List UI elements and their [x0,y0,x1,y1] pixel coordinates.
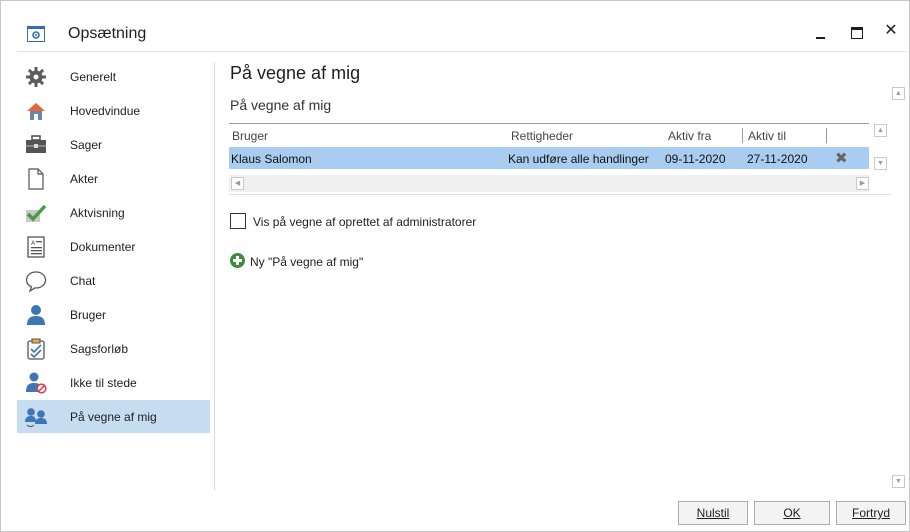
sidebar-item-sager[interactable]: Sager [17,128,210,161]
users-icon [25,406,47,428]
grid-header: Bruger Rettigheder Aktiv fra Aktiv til [229,125,869,146]
checkmark-icon [25,202,47,224]
home-icon [25,100,47,122]
column-header-bruger[interactable]: Bruger [232,129,268,143]
content-vertical-scrollbar[interactable]: ▲ ▼ [890,87,909,497]
table-row[interactable]: Klaus Salomon Kan udføre alle handlinger… [229,147,869,169]
cancel-button[interactable]: Fortryd [836,501,906,525]
sidebar-item-label: Ikke til stede [70,376,137,390]
delete-row-icon[interactable]: ✖ [835,149,848,167]
page-title: På vegne af mig [230,63,361,83]
sidebar-item-label: På vegne af mig [70,410,157,424]
sidebar-item-label: Sagsforløb [70,342,129,356]
delegation-grid: Bruger Rettigheder Aktiv fra Aktiv til K… [229,123,869,194]
cell-rettigheder: Kan udføre alle handlinger [508,152,649,166]
scroll-down-icon[interactable]: ▼ [892,475,905,488]
column-divider[interactable] [826,128,827,143]
sidebar-item-label: Bruger [70,308,107,322]
sidebar-divider [214,63,215,490]
chat-bubble-icon [25,270,47,293]
sidebar-item-paa-vegne-af-mig[interactable]: På vegne af mig [17,400,210,433]
user-away-icon [25,372,47,394]
settings-app-icon [27,26,45,42]
cell-aktiv-til: 27-11-2020 [747,152,808,166]
admin-created-checkbox[interactable] [230,213,246,229]
sidebar-item-sagsforloeb[interactable]: Sagsforløb [17,332,210,365]
add-circle-icon[interactable] [230,253,245,268]
sidebar-item-bruger[interactable]: Bruger [17,298,210,331]
title-divider [17,51,907,52]
title-bar: Opsætning ✕ [1,1,909,42]
grid-horizontal-scrollbar[interactable]: ◀ ▶ [229,175,869,192]
sidebar-item-label: Hovedvindue [70,104,141,118]
new-delegation-label[interactable]: Ny "På vegne af mig" [250,255,363,269]
sidebar-item-label: Sager [70,138,103,152]
sidebar-item-chat[interactable]: Chat [17,264,210,297]
sidebar-item-label: Generelt [70,70,117,84]
reset-button[interactable]: Nulstil [678,501,748,525]
sidebar-item-label: Akter [70,172,99,186]
admin-created-checkbox-label[interactable]: Vis på vegne af oprettet af administrato… [253,215,476,229]
column-header-aktiv-fra[interactable]: Aktiv fra [668,129,711,143]
minimize-button[interactable] [802,17,842,47]
cell-bruger: Klaus Salomon [231,152,312,166]
briefcase-icon [25,134,47,156]
ok-button[interactable]: OK [754,501,830,525]
sidebar-item-label: Chat [70,274,96,288]
sidebar-item-hovedvindue[interactable]: Hovedvindue [17,94,210,127]
user-icon [25,304,47,326]
window-title: Opsætning [68,25,147,42]
blank-document-icon [25,168,47,190]
column-header-rettigheder[interactable]: Rettigheder [511,129,573,143]
clipboard-check-icon [25,338,47,360]
gear-icon [25,66,47,88]
sidebar-item-label: Aktvisning [70,206,125,220]
scroll-down-icon[interactable]: ▼ [874,157,887,170]
column-divider[interactable] [742,128,743,143]
document-icon: A [25,236,47,258]
cell-aktiv-fra: 09-11-2020 [665,152,726,166]
scroll-up-icon[interactable]: ▲ [892,87,905,100]
column-header-aktiv-til[interactable]: Aktiv til [748,129,786,143]
grid-bottom-divider [229,194,891,195]
settings-window: Opsætning ✕ Generelt Hovedvindue Sager A… [0,0,910,532]
close-button[interactable]: ✕ [871,17,910,47]
sidebar-item-aktvisning[interactable]: Aktvisning [17,196,210,229]
grid-vertical-scrollbar[interactable]: ▲ ▼ [873,124,891,176]
scroll-left-icon[interactable]: ◀ [231,177,244,190]
section-title: På vegne af mig [230,97,332,113]
scroll-up-icon[interactable]: ▲ [874,124,887,137]
sidebar-item-label: Dokumenter [70,240,136,254]
sidebar-item-generelt[interactable]: Generelt [17,60,210,93]
scroll-right-icon[interactable]: ▶ [856,177,869,190]
sidebar-item-ikke-til-stede[interactable]: Ikke til stede [17,366,210,399]
sidebar-item-dokumenter[interactable]: A Dokumenter [17,230,210,263]
sidebar-item-akter[interactable]: Akter [17,162,210,195]
